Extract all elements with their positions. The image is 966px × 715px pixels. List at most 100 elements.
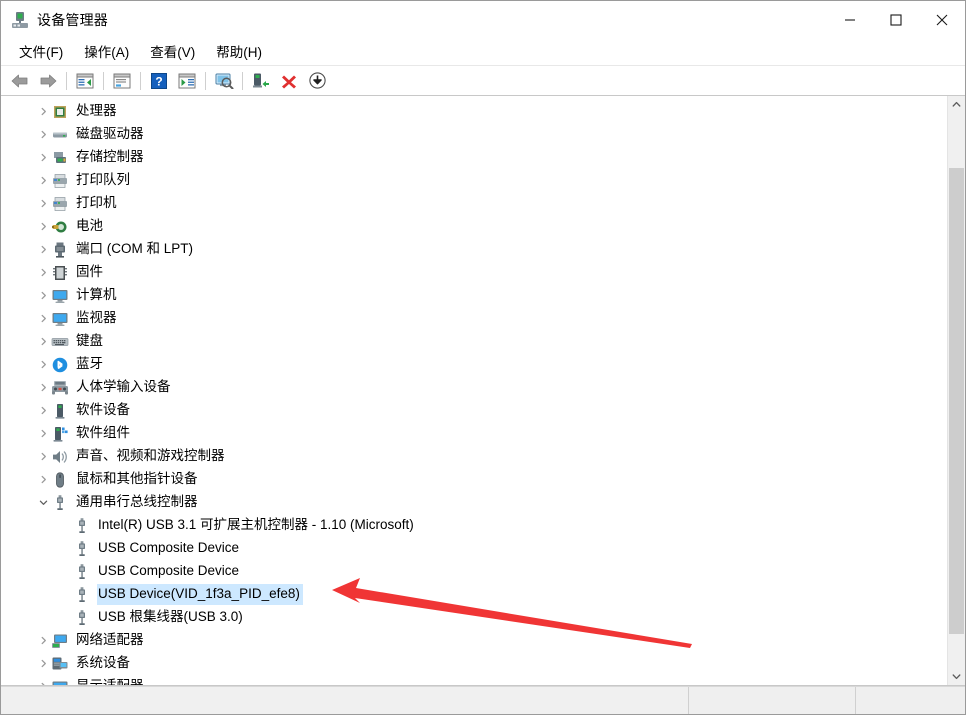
- chevron-down-icon[interactable]: [35, 491, 51, 514]
- tree-item[interactable]: 人体学输入设备: [1, 376, 945, 399]
- scroll-down-icon[interactable]: [948, 668, 965, 685]
- device-tree[interactable]: 处理器磁盘驱动器存储控制器打印队列打印机电池端口 (COM 和 LPT)固件计算…: [1, 96, 945, 685]
- help-icon[interactable]: ?: [145, 68, 173, 94]
- tree-item-label: 磁盘驱动器: [75, 124, 147, 145]
- tree-item[interactable]: 网络适配器: [1, 629, 945, 652]
- window-title: 设备管理器: [37, 10, 108, 30]
- processor-icon: [51, 103, 69, 121]
- toolbar-separator: [205, 72, 206, 90]
- window-controls: [827, 1, 965, 38]
- tree-item[interactable]: 显示适配器: [1, 675, 945, 685]
- tree-item[interactable]: 系统设备: [1, 652, 945, 675]
- chevron-right-icon[interactable]: [35, 123, 51, 146]
- usb-device-icon: [73, 609, 91, 627]
- scroll-up-icon[interactable]: [948, 96, 965, 113]
- tree-item-label: 网络适配器: [75, 630, 147, 651]
- menu-help[interactable]: 帮助(H): [207, 38, 271, 65]
- scan-for-hardware-changes-icon[interactable]: [210, 68, 238, 94]
- tree-item[interactable]: 存储控制器: [1, 146, 945, 169]
- tree-item[interactable]: 软件组件: [1, 422, 945, 445]
- sound-video-game-controller-icon: [51, 448, 69, 466]
- tree-item-label: USB Composite Device: [97, 538, 242, 559]
- enable-device-icon[interactable]: [247, 68, 275, 94]
- tree-item[interactable]: 固件: [1, 261, 945, 284]
- chevron-right-icon[interactable]: [35, 100, 51, 123]
- chevron-right-icon[interactable]: [35, 422, 51, 445]
- mouse-icon: [51, 471, 69, 489]
- chevron-right-icon[interactable]: [35, 261, 51, 284]
- properties-icon[interactable]: [108, 68, 136, 94]
- scrollbar-thumb[interactable]: [949, 168, 964, 634]
- show-hide-console-tree-icon[interactable]: [71, 68, 99, 94]
- monitor-icon: [51, 310, 69, 328]
- tree-item[interactable]: 键盘: [1, 330, 945, 353]
- usb-device-icon: [73, 540, 91, 558]
- usb-controller-icon: [51, 494, 69, 512]
- chevron-right-icon[interactable]: [35, 468, 51, 491]
- tree-item[interactable]: USB Composite Device: [1, 537, 945, 560]
- tree-item[interactable]: USB 根集线器(USB 3.0): [1, 606, 945, 629]
- tree-item-label: 声音、视频和游戏控制器: [75, 446, 228, 467]
- maximize-button[interactable]: [873, 1, 919, 38]
- tree-item[interactable]: 打印机: [1, 192, 945, 215]
- chevron-right-icon[interactable]: [35, 376, 51, 399]
- chevron-right-icon[interactable]: [35, 652, 51, 675]
- software-device-icon: [51, 402, 69, 420]
- tree-item[interactable]: 打印队列: [1, 169, 945, 192]
- device-manager-icon: [11, 11, 29, 29]
- uninstall-device-icon[interactable]: [275, 68, 303, 94]
- tree-item[interactable]: USB Device(VID_1f3a_PID_efe8): [1, 583, 945, 606]
- tree-item[interactable]: 计算机: [1, 284, 945, 307]
- tree-item[interactable]: 蓝牙: [1, 353, 945, 376]
- tree-item[interactable]: USB Composite Device: [1, 560, 945, 583]
- chevron-right-icon[interactable]: [35, 353, 51, 376]
- tree-item-label: 显示适配器: [75, 676, 147, 685]
- tree-item[interactable]: 端口 (COM 和 LPT): [1, 238, 945, 261]
- tree-item[interactable]: 电池: [1, 215, 945, 238]
- tree-item[interactable]: 处理器: [1, 100, 945, 123]
- chevron-right-icon[interactable]: [35, 192, 51, 215]
- menu-action[interactable]: 操作(A): [75, 38, 138, 65]
- menu-bar: 文件(F) 操作(A) 查看(V) 帮助(H): [1, 38, 965, 66]
- chevron-right-icon[interactable]: [35, 399, 51, 422]
- tree-item-label: USB 根集线器(USB 3.0): [97, 607, 246, 628]
- status-cell-1: [1, 687, 689, 714]
- toolbar: ?: [1, 66, 965, 96]
- update-driver-icon[interactable]: [173, 68, 201, 94]
- firmware-icon: [51, 264, 69, 282]
- vertical-scrollbar[interactable]: [947, 96, 965, 685]
- tree-item-label: USB Device(VID_1f3a_PID_efe8): [97, 584, 303, 605]
- tree-item-label: 鼠标和其他指针设备: [75, 469, 201, 490]
- chevron-right-icon[interactable]: [35, 146, 51, 169]
- tree-item-label: Intel(R) USB 3.1 可扩展主机控制器 - 1.10 (Micros…: [97, 515, 417, 536]
- tree-item[interactable]: 磁盘驱动器: [1, 123, 945, 146]
- chevron-right-icon[interactable]: [35, 307, 51, 330]
- tree-item[interactable]: 声音、视频和游戏控制器: [1, 445, 945, 468]
- chevron-none: [57, 514, 73, 537]
- minimize-button[interactable]: [827, 1, 873, 38]
- tree-item[interactable]: 监视器: [1, 307, 945, 330]
- chevron-right-icon[interactable]: [35, 445, 51, 468]
- close-button[interactable]: [919, 1, 965, 38]
- chevron-none: [57, 583, 73, 606]
- menu-view[interactable]: 查看(V): [141, 38, 204, 65]
- forward-arrow-icon[interactable]: [34, 68, 62, 94]
- device-tree-list: 处理器磁盘驱动器存储控制器打印队列打印机电池端口 (COM 和 LPT)固件计算…: [1, 100, 945, 685]
- menu-file[interactable]: 文件(F): [10, 38, 72, 65]
- tree-item[interactable]: 鼠标和其他指针设备: [1, 468, 945, 491]
- chevron-right-icon[interactable]: [35, 238, 51, 261]
- tree-item[interactable]: 软件设备: [1, 399, 945, 422]
- chevron-right-icon[interactable]: [35, 215, 51, 238]
- chevron-right-icon[interactable]: [35, 330, 51, 353]
- network-adapter-icon: [51, 632, 69, 650]
- chevron-right-icon[interactable]: [35, 284, 51, 307]
- tree-item[interactable]: Intel(R) USB 3.1 可扩展主机控制器 - 1.10 (Micros…: [1, 514, 945, 537]
- chevron-right-icon[interactable]: [35, 169, 51, 192]
- tree-item[interactable]: 通用串行总线控制器: [1, 491, 945, 514]
- bluetooth-icon: [51, 356, 69, 374]
- keyboard-icon: [51, 333, 69, 351]
- chevron-right-icon[interactable]: [35, 675, 51, 685]
- download-icon[interactable]: [303, 68, 331, 94]
- chevron-right-icon[interactable]: [35, 629, 51, 652]
- back-arrow-icon[interactable]: [6, 68, 34, 94]
